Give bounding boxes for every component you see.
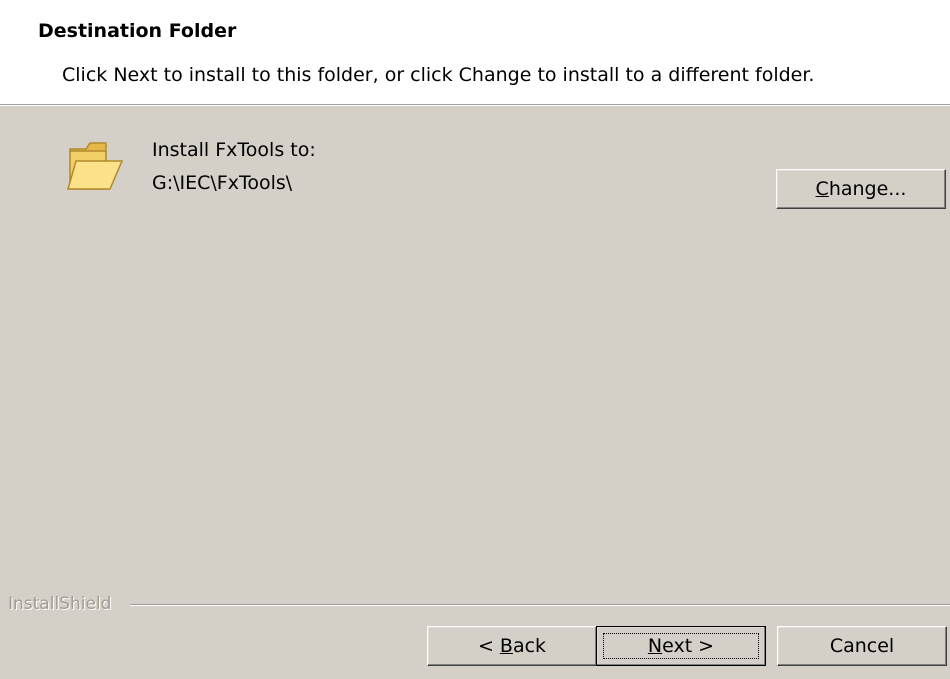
header-title: Destination Folder xyxy=(38,20,237,42)
back-prefix: < xyxy=(477,635,500,657)
installshield-brand: InstallShield xyxy=(8,594,112,614)
dialog-header: Destination Folder Click Next to install… xyxy=(0,0,950,105)
next-button[interactable]: Next > xyxy=(596,626,766,666)
header-description: Click Next to install to this folder, or… xyxy=(62,64,815,86)
back-button[interactable]: < Back xyxy=(427,626,597,666)
back-mnemonic: B xyxy=(499,635,513,657)
install-path: G:\IEC\FxTools\ xyxy=(152,172,293,194)
cancel-label: Cancel xyxy=(829,635,895,657)
change-button[interactable]: Change... xyxy=(776,169,946,209)
change-label: hange... xyxy=(828,178,907,200)
install-target-label: Install FxTools to: xyxy=(152,139,316,161)
folder-icon xyxy=(67,142,124,190)
cancel-button[interactable]: Cancel xyxy=(777,626,947,666)
back-label: ack xyxy=(512,635,547,657)
change-mnemonic: C xyxy=(815,178,829,200)
focus-rectangle xyxy=(603,633,759,659)
footer-divider xyxy=(130,604,950,606)
